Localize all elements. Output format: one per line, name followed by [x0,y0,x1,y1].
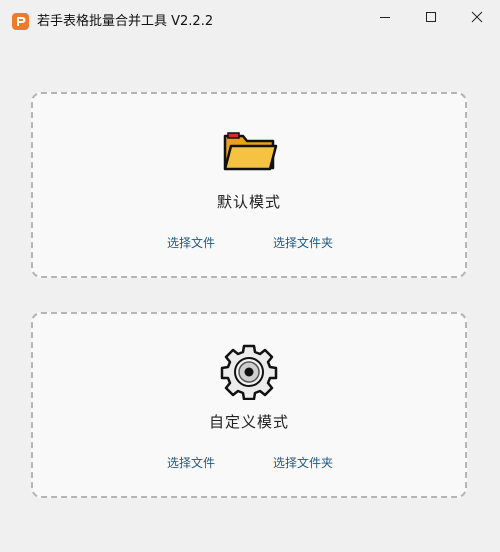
custom-mode-card[interactable]: 自定义模式 选择文件 选择文件夹 [31,312,467,498]
custom-mode-title: 自定义模式 [208,413,289,431]
default-mode-card[interactable]: 默认模式 选择文件 选择文件夹 [31,92,467,278]
window-title: 若手表格批量合并工具 V2.2.2 [37,14,214,29]
default-select-folder-link[interactable]: 选择文件夹 [273,234,333,251]
maximize-icon [426,12,436,22]
custom-select-file-link[interactable]: 选择文件 [167,454,215,471]
close-button[interactable] [454,0,500,34]
default-select-file-link[interactable]: 选择文件 [167,234,215,251]
minimize-button[interactable] [362,0,408,34]
title-bar[interactable]: 若手表格批量合并工具 V2.2.2 [0,0,500,40]
maximize-button[interactable] [408,0,454,34]
app-logo-icon [12,13,29,30]
gear-icon [219,344,279,400]
default-mode-title: 默认模式 [216,193,281,211]
close-icon [471,11,483,23]
custom-select-folder-link[interactable]: 选择文件夹 [273,454,333,471]
minimize-icon [380,17,390,18]
folder-icon [219,124,279,180]
